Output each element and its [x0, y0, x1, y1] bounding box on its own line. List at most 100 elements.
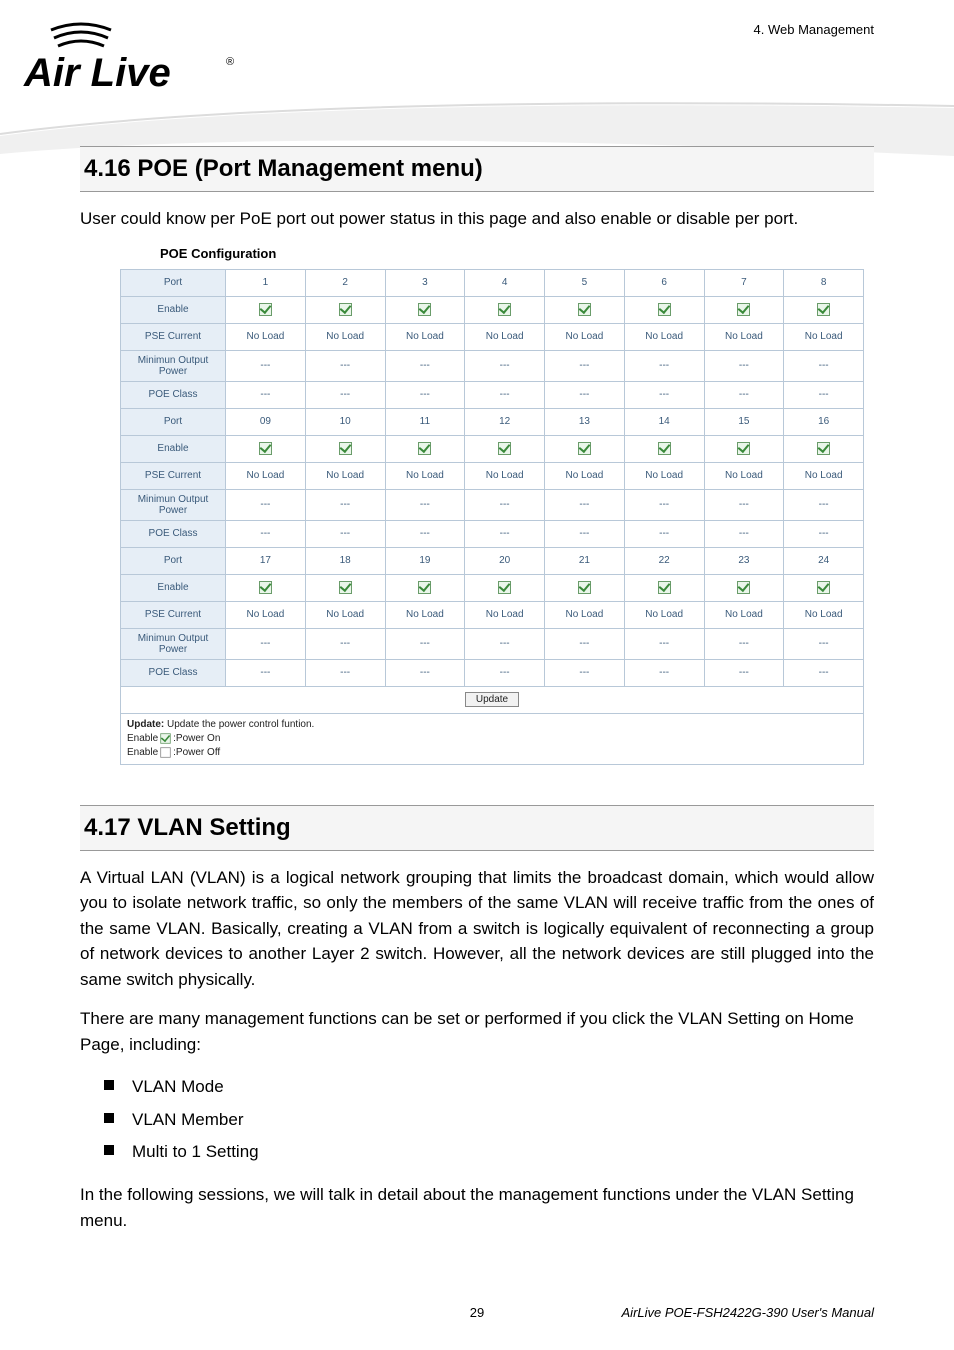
poeclass-value: --- — [385, 520, 465, 547]
enable-checkbox[interactable] — [817, 581, 830, 594]
minout-value: --- — [385, 350, 465, 381]
enable-checkbox[interactable] — [498, 303, 511, 316]
minout-value: --- — [784, 350, 864, 381]
vlan-bullet-list: VLAN Mode VLAN Member Multi to 1 Setting — [80, 1071, 874, 1168]
enable-checkbox[interactable] — [817, 303, 830, 316]
legend-update-label: Update: — [127, 719, 164, 730]
port-number: 8 — [784, 269, 864, 296]
poeclass-value: --- — [465, 381, 545, 408]
pse-value: No Load — [704, 462, 784, 489]
enable-checkbox[interactable] — [418, 581, 431, 594]
poeclass-value: --- — [545, 381, 625, 408]
manual-title: AirLive POE-FSH2422G-390 User's Manual — [622, 1305, 874, 1320]
enable-checkbox[interactable] — [737, 303, 750, 316]
row-label-minout: Minimun Output Power — [121, 628, 226, 659]
brand-logo: Air Live ® — [16, 16, 236, 96]
poeclass-value: --- — [385, 659, 465, 686]
row-label-poeclass: POE Class — [121, 520, 226, 547]
poe-legend: Update: Update the power control funtion… — [120, 714, 864, 765]
enable-checkbox[interactable] — [498, 581, 511, 594]
enable-checkbox[interactable] — [658, 303, 671, 316]
row-label-minout: Minimun Output Power — [121, 489, 226, 520]
poeclass-value: --- — [305, 520, 385, 547]
pse-value: No Load — [385, 323, 465, 350]
minout-value: --- — [704, 489, 784, 520]
enable-checkbox[interactable] — [418, 442, 431, 455]
enable-checkbox[interactable] — [737, 442, 750, 455]
port-number: 3 — [385, 269, 465, 296]
enable-checkbox[interactable] — [339, 442, 352, 455]
enable-checkbox[interactable] — [259, 303, 272, 316]
enable-checkbox[interactable] — [578, 303, 591, 316]
port-number: 2 — [305, 269, 385, 296]
minout-value: --- — [545, 350, 625, 381]
row-label-minout: Minimun Output Power — [121, 350, 226, 381]
row-label-port: Port — [121, 269, 226, 296]
section-417-heading: 4.17 VLAN Setting — [80, 805, 874, 851]
pse-value: No Load — [465, 323, 545, 350]
enable-checkbox[interactable] — [339, 303, 352, 316]
minout-value: --- — [465, 628, 545, 659]
poeclass-value: --- — [545, 659, 625, 686]
checkbox-on-icon — [160, 733, 170, 743]
pse-value: No Load — [465, 601, 545, 628]
minout-value: --- — [624, 350, 704, 381]
enable-checkbox[interactable] — [418, 303, 431, 316]
registered-mark: ® — [226, 56, 234, 68]
update-button[interactable]: Update — [465, 692, 519, 707]
port-number: 1 — [226, 269, 306, 296]
pse-value: No Load — [305, 323, 385, 350]
minout-value: --- — [305, 628, 385, 659]
pse-value: No Load — [704, 323, 784, 350]
enable-checkbox[interactable] — [339, 581, 352, 594]
row-label-poeclass: POE Class — [121, 659, 226, 686]
enable-checkbox[interactable] — [578, 442, 591, 455]
minout-value: --- — [545, 628, 625, 659]
legend-power-off: :Power Off — [173, 747, 220, 758]
poeclass-value: --- — [465, 520, 545, 547]
pse-value: No Load — [624, 323, 704, 350]
enable-checkbox[interactable] — [817, 442, 830, 455]
enable-checkbox[interactable] — [259, 442, 272, 455]
pse-value: No Load — [385, 601, 465, 628]
minout-value: --- — [704, 628, 784, 659]
enable-checkbox[interactable] — [259, 581, 272, 594]
port-number: 4 — [465, 269, 545, 296]
enable-checkbox[interactable] — [737, 581, 750, 594]
port-number: 12 — [465, 408, 545, 435]
poeclass-value: --- — [624, 659, 704, 686]
pse-value: No Load — [465, 462, 545, 489]
port-number: 17 — [226, 547, 306, 574]
minout-value: --- — [545, 489, 625, 520]
pse-value: No Load — [226, 462, 306, 489]
port-number: 11 — [385, 408, 465, 435]
enable-checkbox[interactable] — [658, 581, 671, 594]
enable-checkbox[interactable] — [578, 581, 591, 594]
poeclass-value: --- — [704, 659, 784, 686]
row-label-pse: PSE Current — [121, 601, 226, 628]
section-417-p3: In the following sessions, we will talk … — [80, 1182, 874, 1233]
minout-value: --- — [305, 350, 385, 381]
poeclass-value: --- — [704, 381, 784, 408]
port-number: 7 — [704, 269, 784, 296]
port-number: 10 — [305, 408, 385, 435]
bullet-multi-to-1: Multi to 1 Setting — [104, 1136, 874, 1168]
port-number: 13 — [545, 408, 625, 435]
pse-value: No Load — [305, 601, 385, 628]
poeclass-value: --- — [305, 659, 385, 686]
minout-value: --- — [226, 350, 306, 381]
port-number: 24 — [784, 547, 864, 574]
port-number: 21 — [545, 547, 625, 574]
pse-value: No Load — [704, 601, 784, 628]
pse-value: No Load — [784, 462, 864, 489]
minout-value: --- — [385, 489, 465, 520]
page-footer: 29 AirLive POE-FSH2422G-390 User's Manua… — [80, 1305, 874, 1320]
section-417-p2: There are many management functions can … — [80, 1006, 874, 1057]
enable-checkbox[interactable] — [658, 442, 671, 455]
enable-checkbox[interactable] — [498, 442, 511, 455]
bullet-vlan-member: VLAN Member — [104, 1104, 874, 1136]
poeclass-value: --- — [465, 659, 545, 686]
port-number: 09 — [226, 408, 306, 435]
section-416-body: User could know per PoE port out power s… — [80, 206, 874, 232]
pse-value: No Load — [545, 601, 625, 628]
